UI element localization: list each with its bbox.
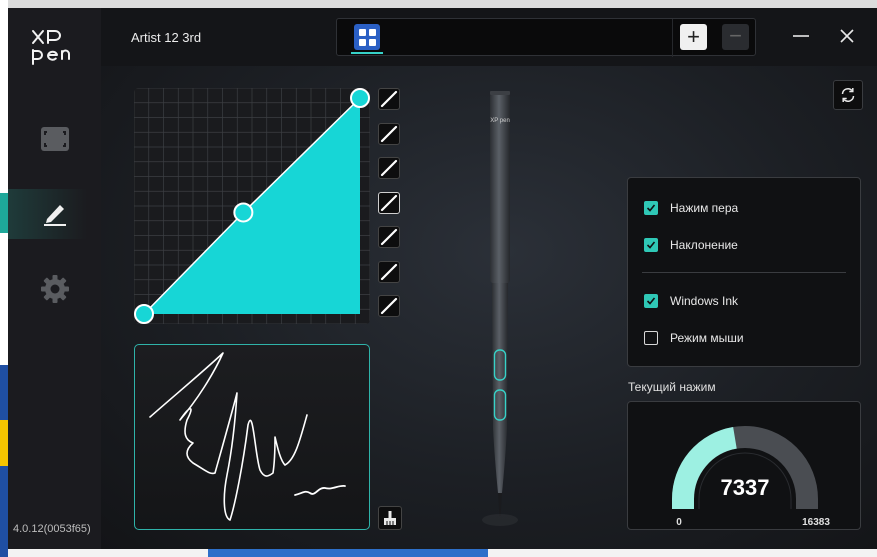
screen-frame-icon bbox=[40, 127, 69, 151]
checkbox-mouse-mode[interactable] bbox=[644, 331, 658, 345]
options-divider bbox=[642, 272, 846, 273]
clear-test-button[interactable] bbox=[378, 506, 402, 530]
pressure-curve-graph[interactable] bbox=[134, 88, 370, 324]
option-windows-ink[interactable]: Windows Ink bbox=[644, 291, 738, 311]
curve-preset-icon bbox=[380, 297, 398, 315]
refresh-icon bbox=[841, 88, 855, 102]
option-tilt[interactable]: Наклонение bbox=[644, 235, 738, 255]
curve-preset-icon bbox=[380, 90, 398, 108]
checkbox-windows-ink[interactable] bbox=[644, 294, 658, 308]
curve-preset-6[interactable] bbox=[378, 260, 400, 283]
pressure-value: 7337 bbox=[721, 475, 770, 500]
xppen-driver-window: 4.0.12(0053f65) Artist 12 3rd + − XP pen… bbox=[8, 8, 877, 549]
pressure-max: 16383 bbox=[802, 517, 830, 528]
background-window-edge bbox=[0, 0, 8, 557]
app-tab-bar: + − bbox=[336, 18, 756, 57]
curve-preset-3[interactable] bbox=[378, 157, 400, 179]
sidebar: 4.0.12(0053f65) bbox=[8, 8, 101, 549]
curve-preset-icon bbox=[380, 228, 398, 246]
checkbox-tilt[interactable] bbox=[644, 238, 658, 252]
minimize-icon[interactable] bbox=[789, 24, 813, 48]
gear-icon bbox=[40, 275, 69, 303]
curve-preset-2[interactable] bbox=[378, 122, 400, 145]
close-icon[interactable] bbox=[835, 24, 859, 48]
curve-preset-5[interactable] bbox=[378, 226, 400, 248]
tab-all-applications[interactable] bbox=[351, 22, 383, 54]
pen-icon bbox=[43, 205, 66, 226]
remove-app-button[interactable]: − bbox=[722, 24, 749, 50]
pressure-curve-editor[interactable] bbox=[134, 88, 370, 324]
sidebar-item-settings[interactable] bbox=[8, 264, 101, 314]
option-pen-pressure[interactable]: Нажим пера bbox=[644, 198, 738, 218]
curve-presets bbox=[378, 88, 402, 330]
curve-preset-1[interactable] bbox=[378, 88, 400, 110]
pen-brand-text: XP pen bbox=[490, 118, 510, 124]
broom-icon bbox=[384, 511, 396, 525]
checkbox-pen-pressure[interactable] bbox=[644, 201, 658, 215]
refresh-button[interactable] bbox=[833, 80, 863, 110]
pressure-gauge: 7337 0 16383 bbox=[672, 426, 830, 528]
title-bar: Artist 12 3rd + − bbox=[101, 8, 877, 66]
option-mouse-mode[interactable]: Режим мыши bbox=[644, 328, 744, 348]
background-window-edge-bottom bbox=[208, 549, 488, 557]
curve-control-point[interactable] bbox=[233, 202, 254, 223]
test-stroke bbox=[149, 352, 346, 521]
background-window-strip bbox=[0, 0, 877, 8]
add-app-button[interactable]: + bbox=[680, 24, 707, 50]
curve-preset-icon bbox=[380, 263, 398, 280]
curve-preset-icon bbox=[380, 159, 398, 177]
sidebar-item-display[interactable] bbox=[8, 114, 101, 164]
pen-options-panel: Нажим пера Наклонение Windows Ink Режим … bbox=[627, 177, 861, 367]
curve-control-point[interactable] bbox=[134, 304, 154, 324]
curve-preset-icon bbox=[380, 125, 398, 142]
pressure-min: 0 bbox=[676, 517, 682, 528]
windows-apps-icon bbox=[354, 24, 380, 50]
curve-preset-icon bbox=[380, 194, 398, 211]
curve-preset-7[interactable] bbox=[378, 295, 400, 317]
curve-control-point[interactable] bbox=[350, 88, 370, 108]
current-pressure-label: Текущий нажим bbox=[628, 380, 716, 394]
sidebar-item-pen[interactable] bbox=[8, 189, 101, 239]
device-name: Artist 12 3rd bbox=[131, 30, 202, 45]
main-panel: Artist 12 3rd + − XP pen Нажим пера Накл… bbox=[101, 8, 877, 549]
pen-test-area[interactable] bbox=[134, 344, 370, 530]
xppen-logo bbox=[32, 30, 70, 65]
version-label: 4.0.12(0053f65) bbox=[13, 523, 91, 535]
curve-preset-4[interactable] bbox=[378, 191, 400, 214]
pressure-gauge-panel: 7337 0 16383 bbox=[627, 401, 861, 530]
pen-illustration: XP pen bbox=[482, 91, 518, 526]
